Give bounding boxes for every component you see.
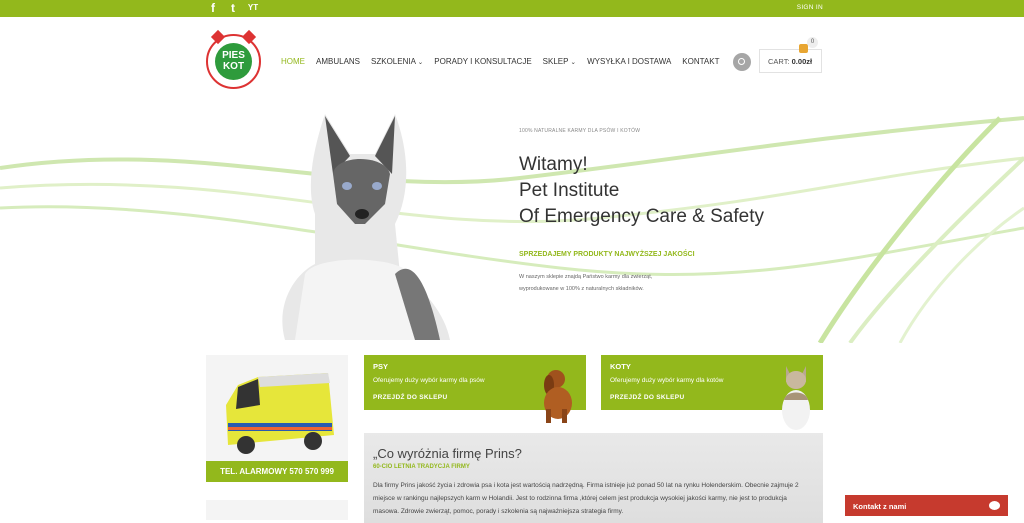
cat-image [782, 366, 810, 430]
secondary-card [206, 500, 348, 520]
contact-widget[interactable]: Kontakt z nami [845, 495, 1008, 516]
promo-psy-desc: Oferujemy duży wybór karmy dla psów [373, 377, 485, 384]
twitter-icon[interactable]: t [227, 1, 239, 15]
hero-title-line1: Witamy! [519, 154, 588, 175]
hero-description-1: W naszym sklepie znajdą Państwo karmy dl… [519, 274, 653, 280]
hero-subtitle: 100% NATURALNE KARMY DLA PSÓW I KOTÓW [519, 128, 641, 134]
nav-wysylka[interactable]: WYSYŁKA I DOSTAWA [587, 57, 671, 66]
hero-title-line2: Pet Institute [519, 180, 620, 201]
main-nav: HOME AMBULANS SZKOLENIA ⌄ PORADY I KONSU… [281, 57, 719, 66]
promo-koty-desc: Oferujemy duży wybór karmy dla kotów [610, 377, 724, 384]
social-links: f t YT [207, 1, 259, 15]
logo-ear-left [210, 29, 226, 45]
chevron-down-icon: ⌄ [570, 59, 577, 66]
hero-background [0, 116, 1024, 343]
hero-description: W naszym sklepie znajdą Państwo karmy dl… [519, 271, 719, 295]
cart-bag-icon [799, 44, 808, 53]
about-section: „Co wyróżnia firmę Prins? 60-CIO LETNIA … [364, 433, 823, 523]
hero-title: Witamy! Pet Institute Of Emergency Care … [519, 152, 764, 230]
promo-koty-link[interactable]: PRZEJDŹ DO SKLEPU [610, 394, 684, 401]
top-bar: f t YT SIGN IN [0, 0, 1024, 17]
husky-image [282, 114, 450, 340]
promo-psy[interactable]: PSY Oferujemy duży wybór karmy dla psów … [364, 355, 586, 423]
promo-koty-title: KOTY [610, 362, 631, 371]
promo-psy-link[interactable]: PRZEJDŹ DO SKLEPU [373, 394, 447, 401]
dachshund-image [544, 370, 572, 423]
site-logo[interactable]: PIES KOT [206, 29, 261, 89]
chevron-down-icon: ⌄ [417, 59, 424, 66]
about-tagline: 60-CIO LETNIA TRADYCJA FIRMY [373, 464, 470, 470]
hero-highlight: SPRZEDAJEMY PRODUKTY NAJWYŻSZEJ JAKOŚCI [519, 251, 695, 258]
nav-sklep[interactable]: SKLEP ⌄ [543, 57, 576, 66]
nav-sklep-label: SKLEP [542, 57, 569, 66]
youtube-icon[interactable]: YT [247, 1, 259, 15]
hero-description-2: wyprodukowane w 100% z naturalnych skład… [519, 286, 644, 292]
promo-psy-title: PSY [373, 362, 389, 371]
nav-ambulans[interactable]: AMBULANS [316, 57, 360, 66]
sign-in-link[interactable]: SIGN IN [797, 4, 823, 11]
nav-szkolenia[interactable]: SZKOLENIA ⌄ [371, 57, 423, 66]
logo-badge: PIES KOT [215, 43, 252, 80]
logo-ear-right [241, 29, 257, 45]
search-icon[interactable] [733, 53, 751, 71]
cart-button[interactable]: CART: 0.00zł [759, 49, 822, 73]
contact-label: Kontakt z nami [853, 502, 907, 511]
nav-home[interactable]: HOME [281, 57, 305, 66]
cart-count-badge: 0 [807, 37, 818, 48]
hero-text: 100% NATURALNE KARMY DLA PSÓW I KOTÓW Wi… [519, 128, 764, 230]
about-text: Dla firmy Prins jakość życia i zdrowia p… [373, 482, 799, 515]
logo-text-2: KOT [222, 61, 245, 72]
promo-koty[interactable]: KOTY Oferujemy duży wybór karmy dla kotó… [601, 355, 823, 430]
chat-icon [989, 501, 1000, 510]
logo-text-1: PIES [222, 50, 245, 61]
nav-szkolenia-label: SZKOLENIA [371, 57, 416, 66]
emergency-phone[interactable]: TEL. ALARMOWY 570 570 999 [206, 461, 348, 482]
ambulance-image [226, 373, 334, 454]
hero-title-line3: Of Emergency Care & Safety [519, 206, 764, 227]
facebook-icon[interactable]: f [207, 1, 219, 15]
cart-label: CART: [768, 57, 790, 66]
nav-porady[interactable]: PORADY I KONSULTACJE [434, 57, 531, 66]
cart-amount: 0.00zł [791, 57, 813, 66]
nav-kontakt[interactable]: KONTAKT [682, 57, 719, 66]
about-heading: „Co wyróżnia firmę Prins? [373, 446, 522, 461]
